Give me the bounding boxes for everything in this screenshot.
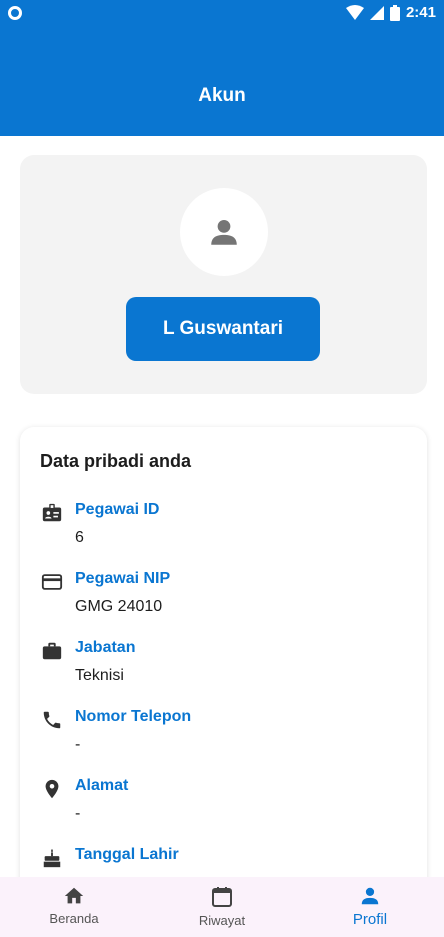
section-title: Data pribadi anda	[40, 451, 192, 471]
home-icon	[64, 887, 84, 904]
location-pin-icon	[40, 777, 64, 801]
page-title: Akun	[198, 85, 246, 106]
info-label: Jabatan	[75, 639, 136, 656]
battery-icon	[389, 4, 400, 21]
info-item-alamat: Alamat -	[40, 775, 410, 835]
info-item-nomor-telepon: Nomor Telepon -	[40, 706, 410, 766]
status-time: 2:41	[405, 4, 436, 21]
info-label: Tanggal Lahir	[75, 846, 179, 863]
nav-label: Beranda	[49, 911, 99, 926]
info-item-jabatan: Jabatan Teknisi	[40, 637, 410, 697]
badge-icon	[40, 501, 64, 525]
nav-item-riwayat[interactable]: Riwayat	[148, 877, 296, 937]
bottom-navigation: Beranda Riwayat Profil	[0, 877, 444, 937]
app-bar: Akun	[0, 28, 444, 136]
calendar-icon	[212, 887, 232, 907]
profile-card: L Guswantari	[20, 155, 427, 394]
phone-icon	[40, 708, 64, 732]
info-value: -	[75, 736, 81, 753]
nav-item-profil[interactable]: Profil	[296, 877, 444, 937]
nav-item-beranda[interactable]: Beranda	[0, 877, 148, 937]
info-label: Alamat	[75, 777, 129, 794]
avatar[interactable]	[180, 188, 268, 276]
personal-data-card: Data pribadi anda Pegawai ID 6 Pegawai N…	[20, 427, 427, 897]
info-label: Nomor Telepon	[75, 708, 192, 725]
cake-icon	[40, 846, 64, 870]
status-bar: 2:41	[0, 0, 444, 28]
wifi-icon	[345, 4, 364, 20]
status-icons: 2:41	[345, 4, 436, 21]
info-label: Pegawai ID	[75, 501, 160, 518]
signal-icon	[369, 5, 384, 20]
info-value: Teknisi	[75, 667, 124, 684]
info-item-pegawai-nip: Pegawai NIP GMG 24010	[40, 568, 410, 628]
nav-label: Profil	[352, 911, 388, 928]
info-label: Pegawai NIP	[75, 570, 171, 587]
credit-card-icon	[40, 570, 64, 594]
briefcase-icon	[40, 639, 64, 663]
info-item-pegawai-id: Pegawai ID 6	[40, 499, 410, 559]
info-value: GMG 24010	[75, 598, 163, 615]
nav-label: Riwayat	[198, 913, 246, 928]
info-value: -	[75, 805, 81, 822]
person-icon	[211, 219, 237, 245]
profile-name-button[interactable]: L Guswantari	[126, 297, 320, 361]
notification-dot-icon	[8, 6, 22, 20]
info-value: 6	[75, 529, 84, 546]
person-icon	[361, 887, 379, 905]
